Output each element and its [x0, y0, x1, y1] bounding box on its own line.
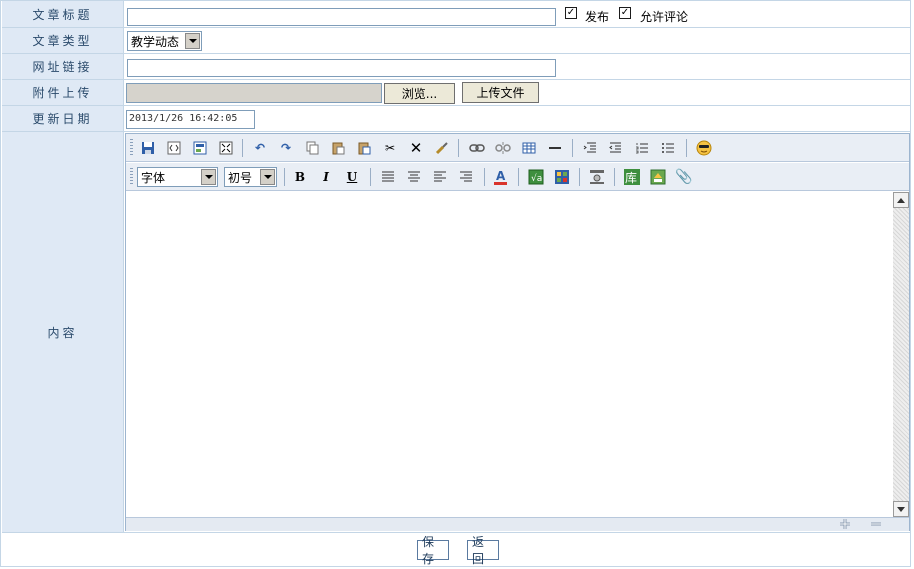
- type-label: 文章类型: [2, 28, 123, 54]
- toolbar-separator: [284, 168, 285, 186]
- emoticon-icon[interactable]: [695, 139, 713, 157]
- chevron-down-icon[interactable]: [260, 169, 275, 185]
- outdent-icon[interactable]: [581, 139, 599, 157]
- allow-comment-label: 允许评论: [640, 10, 689, 24]
- image-grid-icon[interactable]: [553, 168, 571, 186]
- date-label: 更新日期: [2, 106, 123, 132]
- svg-text:√a: √a: [531, 173, 542, 184]
- preview-icon[interactable]: [191, 139, 209, 157]
- font-size-select[interactable]: 初号: [224, 167, 277, 187]
- underline-button[interactable]: U: [343, 168, 361, 186]
- toolbar-separator: [484, 168, 485, 186]
- publish-label: 发布: [585, 10, 610, 24]
- fullscreen-icon[interactable]: [217, 139, 235, 157]
- save-button[interactable]: 保存: [417, 535, 449, 566]
- title-row: ✓ 发布 ✓ 允许评论: [124, 1, 910, 28]
- unordered-list-icon[interactable]: [659, 139, 677, 157]
- upload-image-icon[interactable]: [649, 168, 667, 186]
- publish-checkbox[interactable]: ✓: [565, 7, 577, 19]
- editor-content-area[interactable]: [126, 192, 893, 517]
- toolbar-separator: [370, 168, 371, 186]
- link-icon[interactable]: [468, 139, 486, 157]
- insert-object-icon[interactable]: [588, 168, 606, 186]
- attachment-path-field[interactable]: [126, 83, 382, 103]
- paste-icon[interactable]: [329, 139, 347, 157]
- horizontal-rule-icon[interactable]: [546, 139, 564, 157]
- attachment-icon[interactable]: 📎: [675, 168, 693, 186]
- title-label: 文章标题: [2, 1, 123, 28]
- paste-text-icon[interactable]: [355, 139, 373, 157]
- copy-icon[interactable]: [303, 139, 321, 157]
- attach-label: 附件上传: [2, 80, 123, 106]
- article-type-select[interactable]: 教学动态: [127, 31, 202, 51]
- align-center-icon[interactable]: [405, 168, 423, 186]
- redo-icon[interactable]: ↷: [277, 139, 295, 157]
- url-row: [124, 54, 910, 80]
- article-type-value: 教学动态: [131, 34, 180, 49]
- toolbar-grip[interactable]: [130, 139, 133, 157]
- font-color-icon[interactable]: A: [492, 168, 510, 186]
- title-input[interactable]: [127, 8, 556, 26]
- shrink-icon[interactable]: [870, 518, 882, 530]
- font-family-value: 字体: [141, 170, 166, 185]
- ordered-list-icon[interactable]: [633, 139, 651, 157]
- attach-row: 浏览... 上传文件: [124, 80, 910, 106]
- italic-button[interactable]: I: [317, 168, 335, 186]
- align-left-icon[interactable]: [431, 168, 449, 186]
- browse-button[interactable]: 浏览...: [384, 83, 455, 104]
- unlink-icon[interactable]: [494, 139, 512, 157]
- chevron-down-icon[interactable]: [185, 33, 200, 49]
- table-icon[interactable]: [520, 139, 538, 157]
- toolbar-separator: [579, 168, 580, 186]
- formula-icon[interactable]: √a: [527, 168, 545, 186]
- delete-icon[interactable]: ✕: [407, 139, 425, 157]
- editor-toolbar-1: ↶ ↷ ✂ ✕: [126, 134, 909, 162]
- date-input[interactable]: 2013/1/26 16:42:05: [126, 110, 255, 129]
- editor-toolbar-2: 字体 初号 B I U A √a 库 📎: [126, 163, 909, 191]
- toolbar-separator: [518, 168, 519, 186]
- upload-file-button[interactable]: 上传文件: [462, 82, 539, 103]
- bold-button[interactable]: B: [291, 168, 309, 186]
- format-brush-icon[interactable]: [433, 139, 451, 157]
- allow-comment-checkbox[interactable]: ✓: [619, 7, 631, 19]
- date-row: 2013/1/26 16:42:05: [124, 106, 910, 132]
- align-right-icon[interactable]: [457, 168, 475, 186]
- justify-icon[interactable]: [379, 168, 397, 186]
- save-icon[interactable]: [139, 139, 157, 157]
- scroll-down-icon[interactable]: [893, 501, 909, 517]
- toolbar-grip[interactable]: [130, 168, 133, 186]
- toolbar-separator: [572, 139, 573, 157]
- editor-resize-bar: [126, 517, 909, 531]
- url-input[interactable]: [127, 59, 556, 77]
- back-button[interactable]: 返回: [467, 535, 499, 566]
- toolbar-separator: [458, 139, 459, 157]
- undo-icon[interactable]: ↶: [251, 139, 269, 157]
- toolbar-separator: [242, 139, 243, 157]
- toolbar-separator: [686, 139, 687, 157]
- content-label: 内容: [2, 132, 123, 533]
- scroll-up-icon[interactable]: [893, 192, 909, 208]
- font-family-select[interactable]: 字体: [137, 167, 218, 187]
- source-code-icon[interactable]: [165, 139, 183, 157]
- chevron-down-icon[interactable]: [201, 169, 216, 185]
- toolbar-separator: [614, 168, 615, 186]
- editor-vertical-scrollbar[interactable]: [893, 192, 909, 517]
- cut-icon[interactable]: ✂: [381, 139, 399, 157]
- type-row: 教学动态: [124, 28, 910, 54]
- svg-text:A: A: [496, 169, 506, 183]
- font-size-value: 初号: [228, 170, 253, 185]
- rich-text-editor: ↶ ↷ ✂ ✕ 字体 初号 B I U A √a 库 📎: [125, 133, 910, 531]
- indent-icon[interactable]: [607, 139, 625, 157]
- library-icon[interactable]: 库: [623, 168, 641, 186]
- expand-icon[interactable]: [839, 518, 851, 530]
- library-icon-label: 库: [625, 170, 637, 185]
- url-label: 网址链接: [2, 54, 123, 80]
